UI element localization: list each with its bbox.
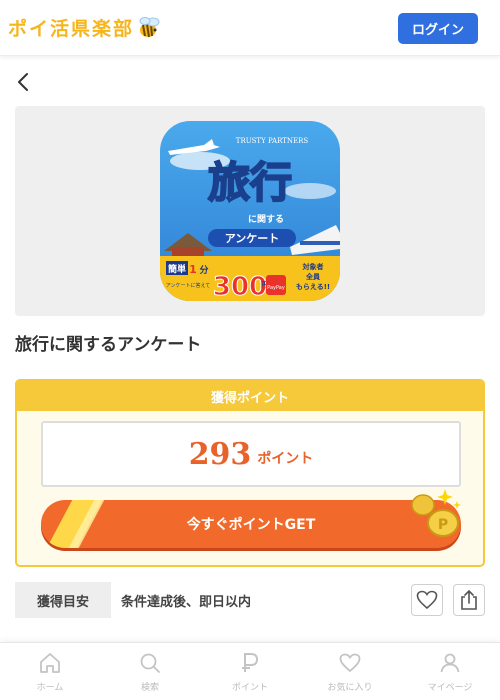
get-points-label: 今すぐポイントGET — [186, 517, 316, 533]
home-icon — [40, 653, 60, 673]
tab-mypage[interactable]: マイページ — [400, 643, 500, 700]
banner-target-line1: 対象者 — [302, 262, 324, 271]
coins-icon: P — [411, 489, 461, 537]
login-button[interactable]: ログイン — [398, 13, 478, 44]
banner-time-value: 1 — [189, 263, 197, 276]
tab-favorites[interactable]: お気に入り — [300, 643, 400, 700]
banner-brand: TRUSTY PARTNERS — [236, 137, 309, 145]
svg-text:P: P — [438, 517, 448, 533]
points-card: 獲得ポイント 293 ポイント 今すぐポイントGET P — [15, 379, 485, 567]
share-button[interactable] — [453, 584, 485, 616]
tab-label: 検索 — [140, 683, 159, 693]
tab-label: ホーム — [36, 683, 64, 693]
tab-home[interactable]: ホーム — [0, 643, 100, 700]
tab-label: マイページ — [427, 683, 473, 693]
site-header: ポイ活県楽部 ログイン — [0, 0, 500, 56]
points-card-header: 獲得ポイント — [17, 381, 483, 411]
heart-outline-icon — [416, 590, 438, 610]
banner-answer-note: アンケートに答えて — [166, 282, 211, 289]
back-chevron-icon[interactable] — [12, 70, 36, 94]
banner-sub: に関する — [248, 214, 284, 225]
search-icon — [140, 653, 160, 673]
banner-time-prefix: 簡単 — [168, 263, 186, 275]
survey-title: 旅行に関するアンケート — [15, 335, 202, 355]
tab-label: ポイント — [231, 683, 268, 693]
banner-headline: 旅行 — [208, 158, 292, 207]
share-icon — [461, 589, 477, 610]
points-unit: ポイント — [257, 451, 314, 467]
site-logo[interactable]: ポイ活県楽部 — [8, 14, 162, 41]
banner-payout: PayPay — [267, 285, 285, 291]
tab-search[interactable]: 検索 — [100, 643, 200, 700]
logo-text: ポイ活県楽部 — [8, 18, 135, 40]
points-display: 293 ポイント — [41, 421, 461, 487]
guide-text: 条件達成後、即日以内 — [121, 595, 252, 610]
bee-icon — [139, 16, 160, 37]
points-icon — [242, 653, 259, 672]
heart-icon — [339, 653, 361, 673]
favorite-button[interactable] — [411, 584, 443, 616]
banner-yen-value: 300 — [213, 272, 267, 301]
tab-label: お気に入り — [327, 683, 373, 693]
user-icon — [440, 653, 460, 673]
survey-app-icon[interactable]: TRUSTY PARTNERS 旅行 に関する アンケート 簡単 1 分 アンケ… — [160, 121, 340, 301]
banner-pill: アンケート — [225, 232, 280, 245]
points-value: 293 — [188, 436, 252, 472]
tab-points[interactable]: ポイント — [200, 643, 300, 700]
get-points-button[interactable]: 今すぐポイントGET — [41, 500, 461, 548]
banner-time-unit: 分 — [199, 264, 208, 276]
banner-target-line3: もらえる!! — [296, 282, 330, 291]
banner-target-line2: 全員 — [305, 272, 321, 281]
bottom-tab-bar: ホーム 検索 ポイント お気に入り マイページ — [0, 642, 500, 700]
survey-banner: TRUSTY PARTNERS 旅行 に関する アンケート 簡単 1 分 アンケ… — [15, 106, 485, 316]
guide-label: 獲得目安 — [15, 582, 111, 618]
